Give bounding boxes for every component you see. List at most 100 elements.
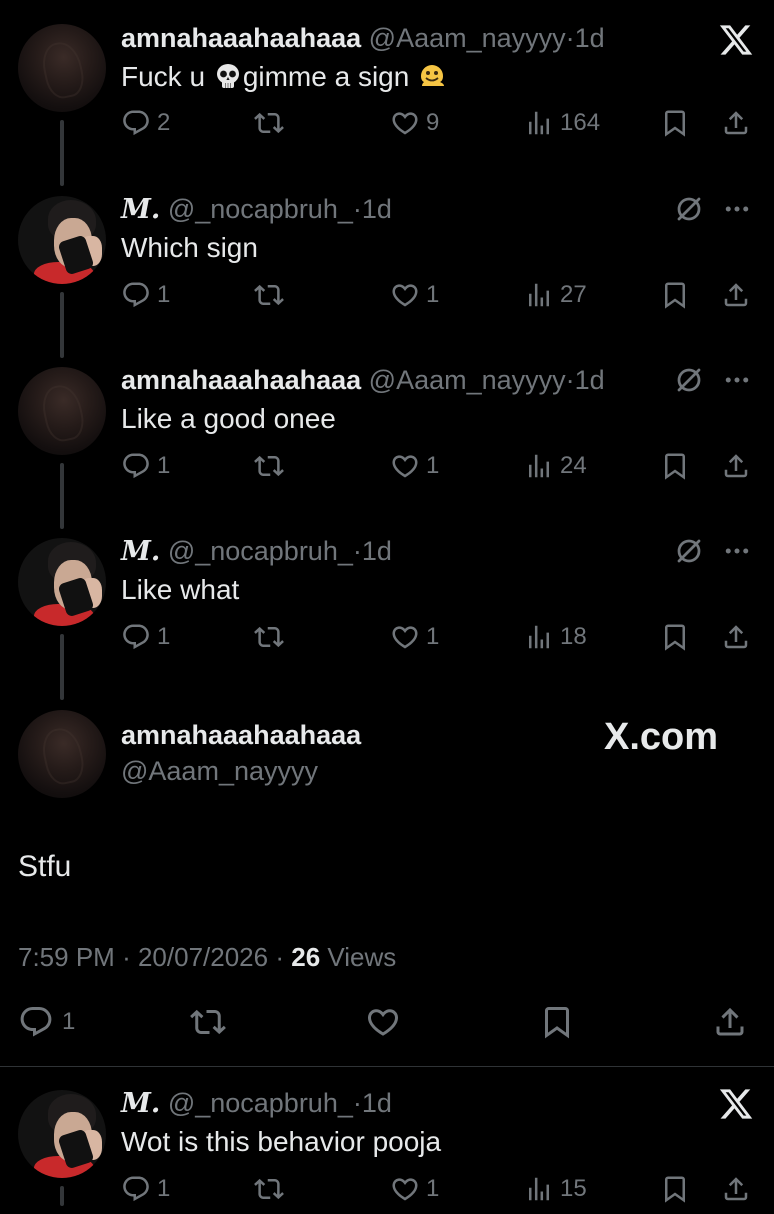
repost-button[interactable] <box>254 451 290 481</box>
repost-icon <box>254 280 284 310</box>
like-button[interactable]: 1 <box>390 280 439 310</box>
reply-count: 1 <box>157 281 171 308</box>
bookmark-icon <box>660 622 690 652</box>
bookmark-button[interactable] <box>660 451 690 481</box>
repost-button[interactable] <box>254 280 290 310</box>
tweet-actions: 1 1 24 <box>0 451 774 491</box>
timestamp[interactable]: 1d <box>362 194 392 224</box>
x-logo-icon <box>718 1086 754 1122</box>
handle[interactable]: @Aaam_nayyyy <box>369 365 566 395</box>
tweet-text: Fuck u gimme a sign <box>121 60 447 94</box>
reply-icon <box>121 280 151 310</box>
avatar[interactable] <box>18 196 106 284</box>
handle[interactable]: @_nocapbruh_ <box>168 536 353 566</box>
avatar[interactable] <box>18 367 106 455</box>
bookmark-icon <box>660 280 690 310</box>
reply-button[interactable]: 2 <box>121 108 170 138</box>
timestamp[interactable]: 7:59 PM <box>18 942 115 972</box>
share-button[interactable] <box>712 1004 748 1040</box>
display-name[interactable]: amnahaaahaahaaa <box>121 23 361 53</box>
tweet-meta: 7:59 PM · 20/07/2026 · 26 Views <box>18 942 396 973</box>
more-options-icon[interactable] <box>722 536 752 566</box>
avatar[interactable] <box>18 24 106 112</box>
display-name[interactable]: amnahaaahaahaaa <box>121 720 361 751</box>
like-count: 1 <box>426 1175 440 1202</box>
bookmark-button[interactable] <box>660 280 690 310</box>
separator: · <box>352 1088 362 1118</box>
reply-button[interactable]: 1 <box>121 280 170 310</box>
timestamp[interactable]: 1d <box>575 365 605 395</box>
repost-icon <box>254 108 284 138</box>
display-name[interactable]: amnahaaahaahaaa <box>121 365 361 395</box>
handle[interactable]: @Aaam_nayyyy <box>121 756 318 787</box>
grok-icon[interactable] <box>674 194 704 224</box>
handle[interactable]: @Aaam_nayyyy <box>369 23 566 53</box>
like-button[interactable]: 9 <box>390 108 439 138</box>
timestamp[interactable]: 1d <box>575 23 605 53</box>
reply-count: 1 <box>157 452 171 479</box>
tweet-text-part: gimme a sign <box>242 61 418 92</box>
reply-button[interactable]: 1 <box>121 451 170 481</box>
reply-count: 1 <box>62 1008 76 1035</box>
views-button[interactable]: 18 <box>524 622 587 652</box>
tweet-actions: 1 <box>0 1004 774 1044</box>
display-name[interactable]: M. <box>121 194 160 225</box>
reply-icon <box>121 451 151 481</box>
like-button[interactable]: 1 <box>390 451 439 481</box>
repost-button[interactable] <box>254 108 290 138</box>
bookmark-button[interactable] <box>660 622 690 652</box>
views-button[interactable]: 24 <box>524 451 587 481</box>
share-button[interactable] <box>721 108 751 138</box>
avatar[interactable] <box>18 710 106 798</box>
reply-button[interactable]: 1 <box>121 622 170 652</box>
handle[interactable]: @_nocapbruh_ <box>168 1088 353 1118</box>
avatar[interactable] <box>18 538 106 626</box>
grok-icon[interactable] <box>674 536 704 566</box>
avatar[interactable] <box>18 1090 106 1178</box>
tweet-actions: 1 1 27 <box>0 280 774 320</box>
like-button[interactable]: 1 <box>390 622 439 652</box>
timestamp[interactable]: 1d <box>362 1088 392 1118</box>
date[interactable]: 20/07/2026 <box>138 942 268 972</box>
share-button[interactable] <box>721 280 751 310</box>
skull-emoji <box>213 61 243 91</box>
tweet-text: Which sign <box>121 232 258 263</box>
tweet-header: M. @_nocapbruh_·1d <box>121 535 392 568</box>
timestamp[interactable]: 1d <box>362 536 392 566</box>
tweet-actions: 1 1 15 <box>0 1174 774 1214</box>
view-count: 18 <box>560 623 587 650</box>
reply-count: 1 <box>157 1175 171 1202</box>
bookmark-button[interactable] <box>539 1004 575 1040</box>
tweet-text: Like a good onee <box>121 403 336 434</box>
separator: · <box>352 194 362 224</box>
repost-button[interactable] <box>190 1004 226 1040</box>
repost-icon <box>254 451 284 481</box>
share-icon <box>721 622 751 652</box>
share-button[interactable] <box>721 622 751 652</box>
heart-icon <box>390 622 420 652</box>
separator: · <box>352 536 362 566</box>
reply-button[interactable]: 1 <box>18 1004 75 1040</box>
share-icon <box>721 451 751 481</box>
share-icon <box>712 1004 748 1040</box>
repost-icon <box>254 622 284 652</box>
bookmark-button[interactable] <box>660 108 690 138</box>
like-button[interactable] <box>365 1004 401 1040</box>
grok-icon[interactable] <box>674 365 704 395</box>
x-logo-icon <box>718 22 754 58</box>
more-options-icon[interactable] <box>722 365 752 395</box>
bookmark-icon <box>660 108 690 138</box>
like-count: 1 <box>426 281 440 308</box>
views-button[interactable]: 27 <box>524 280 587 310</box>
repost-button[interactable] <box>254 622 290 652</box>
tweet-header: amnahaaahaahaaa @Aaam_nayyyy·1d <box>121 364 605 396</box>
share-button[interactable] <box>721 451 751 481</box>
like-count: 1 <box>426 623 440 650</box>
melting-face-emoji <box>417 61 447 91</box>
handle[interactable]: @_nocapbruh_ <box>168 194 353 224</box>
views-button[interactable]: 164 <box>524 108 600 138</box>
display-name[interactable]: M. <box>121 536 160 567</box>
more-options-icon[interactable] <box>722 194 752 224</box>
tweet-text: Like what <box>121 574 240 605</box>
display-name[interactable]: M. <box>121 1088 160 1119</box>
